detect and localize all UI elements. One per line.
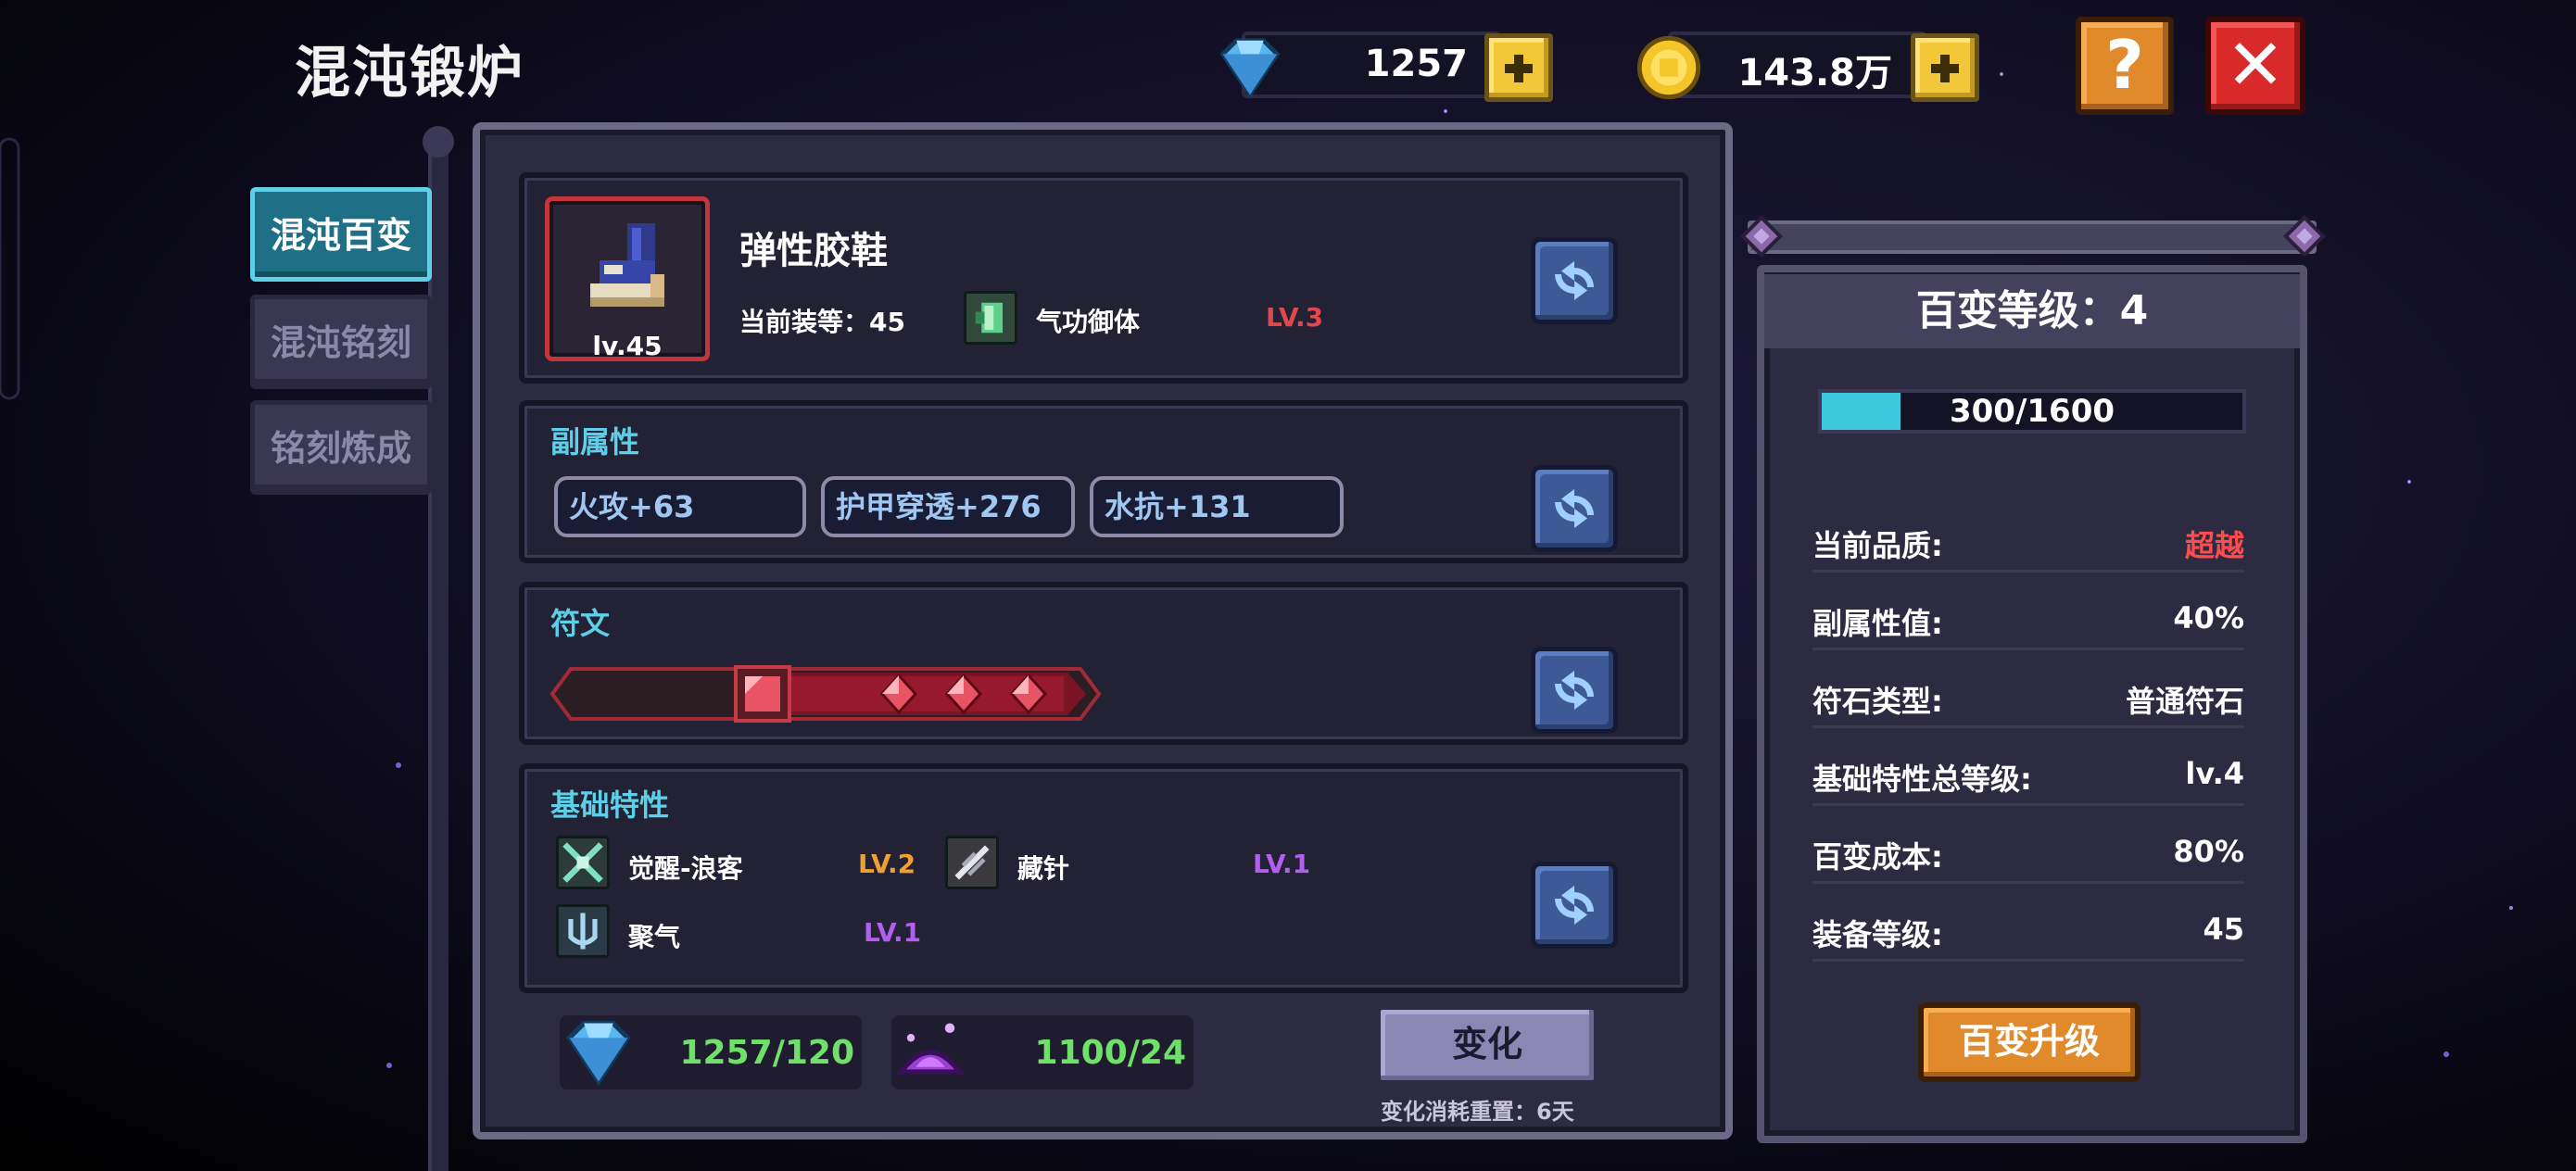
- gold-count: 143.8万: [1737, 52, 1892, 94]
- dust-cost-value: 1100/24: [1034, 1034, 1186, 1072]
- trait-level-hidden-needle: LV.1: [1253, 849, 1311, 879]
- skill-name: 气功御体: [1036, 307, 1141, 337]
- trait-level-gather-qi: LV.1: [864, 917, 922, 948]
- tab-rail-cap: [423, 126, 454, 157]
- panel-ornament-bar: [1748, 220, 2317, 254]
- ornament-right-icon: [2283, 215, 2326, 258]
- stat-row-sub-attr-value: 副属性值: 40%: [1812, 586, 2244, 650]
- add-gold-button[interactable]: [1911, 33, 1979, 102]
- item-level-badge: lv.45: [592, 331, 663, 361]
- hidden-needle-icon: [945, 836, 999, 889]
- skill-level: LV.3: [1266, 302, 1324, 333]
- diamond-cost-icon: [560, 1014, 638, 1091]
- sub-attributes-title: 副属性: [550, 424, 640, 460]
- close-button[interactable]: ✕: [2205, 17, 2305, 115]
- diamond-icon: [1214, 31, 1286, 104]
- equipment-slot[interactable]: lv.45: [545, 196, 710, 361]
- stat-label-transform-cost: 百变成本:: [1812, 839, 1943, 875]
- stat-label-gear-level: 装备等级:: [1812, 917, 1943, 952]
- transform-upgrade-button[interactable]: 百变升级: [1918, 1002, 2140, 1082]
- help-button[interactable]: ?: [2076, 17, 2174, 115]
- rune-gem-bar: [549, 665, 1102, 723]
- stat-value-gear-level: 45: [2203, 912, 2244, 947]
- trait-name-gather-qi: 聚气: [628, 922, 681, 952]
- stat-value-transform-cost: 80%: [2173, 834, 2244, 869]
- trait-name-awaken-ronin: 觉醒-浪客: [628, 853, 743, 884]
- stat-row-rune-type: 符石类型: 普通符石: [1812, 663, 2244, 728]
- tab-chaos-inscription[interactable]: 混沌铭刻: [250, 295, 432, 389]
- tab-rail: [428, 130, 448, 1171]
- stat-row-quality: 当前品质: 超越: [1812, 508, 2244, 573]
- reroll-rune-button[interactable]: [1531, 647, 1618, 734]
- tab-chaos-transform[interactable]: 混沌百变: [250, 187, 432, 282]
- reroll-sub-attributes-button[interactable]: [1531, 465, 1618, 552]
- transform-exp-bar: 300/1600: [1818, 389, 2246, 434]
- stat-label-quality: 当前品质:: [1812, 528, 1943, 563]
- transform-exp-text: 300/1600: [1949, 393, 2115, 430]
- stat-value-base-trait-total: lv.4: [2185, 756, 2244, 791]
- qigong-skill-icon: [964, 291, 1017, 345]
- page-title: 混沌锻炉: [295, 41, 524, 106]
- gem-count: 1257: [1364, 43, 1468, 85]
- stat-row-transform-cost: 百变成本: 80%: [1812, 819, 2244, 884]
- sub-attr-armor-pen: 护甲穿透+276: [821, 476, 1075, 537]
- gem-cost-value: 1257/120: [679, 1034, 855, 1072]
- rune-slot-selected: [734, 665, 791, 723]
- stat-label-rune-type: 符石类型:: [1812, 684, 1943, 719]
- add-gems-button[interactable]: [1484, 33, 1553, 102]
- stat-value-rune-type: 普通符石: [2125, 684, 2244, 719]
- stat-value-sub-attr-value: 40%: [2173, 600, 2244, 636]
- reroll-item-button[interactable]: [1531, 237, 1618, 324]
- gather-qi-icon: [556, 904, 610, 958]
- stat-row-base-trait-total: 基础特性总等级: lv.4: [1812, 741, 2244, 806]
- sneaker-icon: [590, 223, 664, 307]
- stat-value-quality: 超越: [2184, 528, 2244, 563]
- sub-attr-fire-attack: 火攻+63: [554, 476, 806, 537]
- trait-level-awaken-ronin: LV.2: [858, 849, 916, 879]
- rune-title: 符文: [550, 606, 611, 641]
- sub-attr-water-resist: 水抗+131: [1090, 476, 1344, 537]
- gear-level-text: 当前装等：45: [739, 307, 905, 337]
- item-name: 弹性胶鞋: [739, 230, 888, 272]
- purple-dust-icon: [891, 1014, 969, 1091]
- change-button[interactable]: 变化: [1375, 1004, 1599, 1086]
- stat-row-gear-level: 装备等级: 45: [1812, 897, 2244, 962]
- ornament-left-icon: [1740, 215, 1783, 258]
- tab-inscription-forge[interactable]: 铭刻炼成: [250, 400, 432, 495]
- base-traits-title: 基础特性: [550, 787, 670, 823]
- awaken-ronin-icon: [556, 836, 610, 889]
- reroll-base-traits-button[interactable]: [1531, 862, 1618, 949]
- stat-label-sub-attr-value: 副属性值:: [1812, 606, 1943, 641]
- gold-coin-icon: [1633, 31, 1705, 104]
- stat-label-base-trait-total: 基础特性总等级:: [1812, 762, 2032, 797]
- trait-name-hidden-needle: 藏针: [1017, 853, 1070, 884]
- change-reset-note: 变化消耗重置：6天: [1381, 1099, 1574, 1125]
- transform-level-title: 百变等级：4: [1764, 274, 2300, 348]
